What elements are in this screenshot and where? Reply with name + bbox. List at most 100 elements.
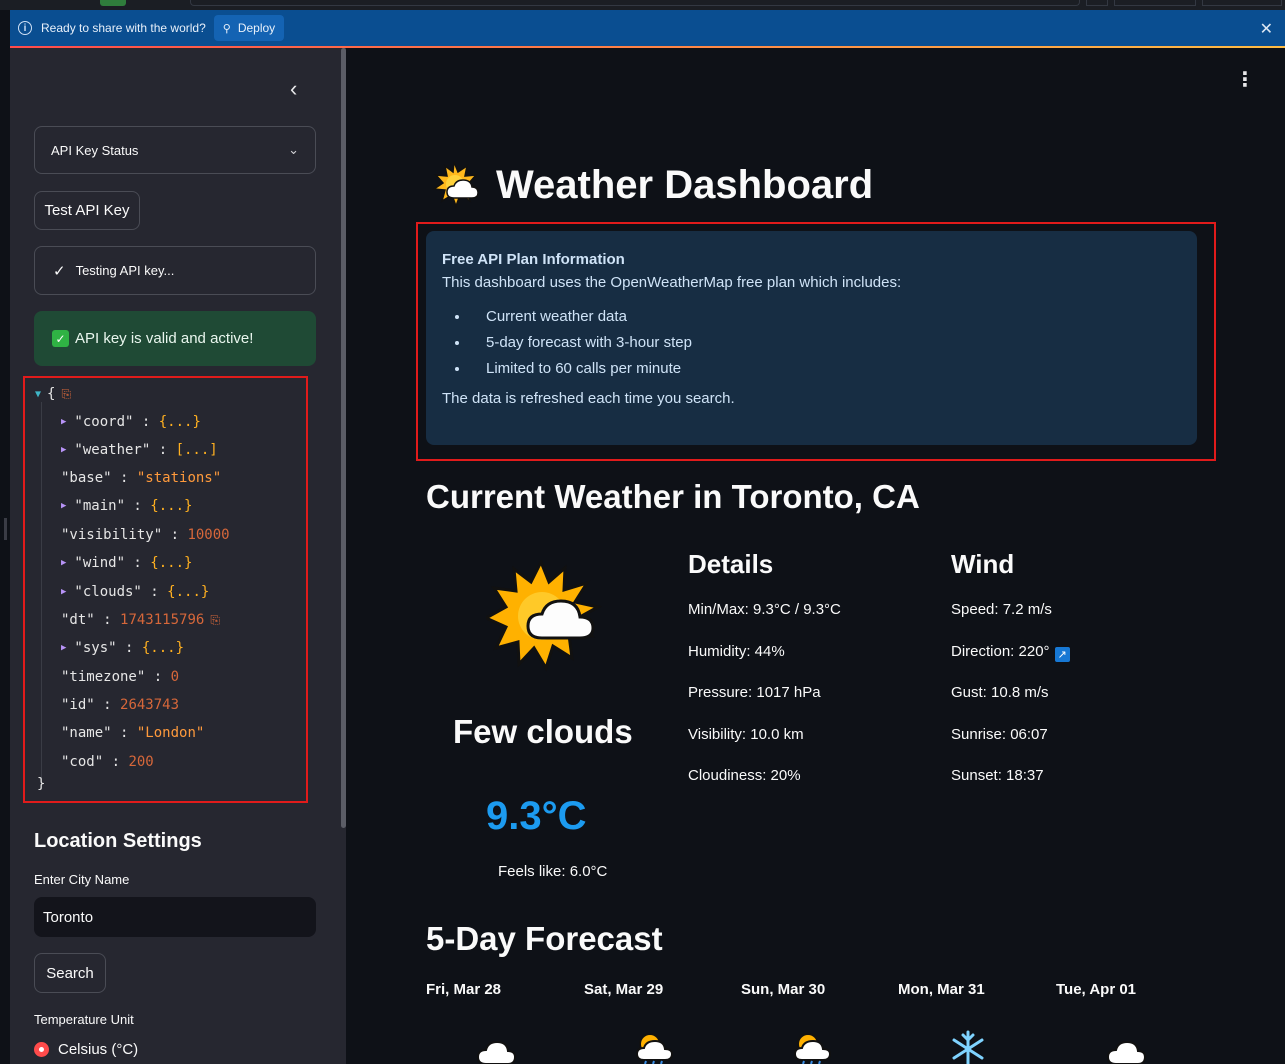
expand-toggle-icon[interactable]: ▶ — [61, 558, 66, 568]
collapse-sidebar-icon[interactable]: ‹ — [290, 76, 297, 102]
status-box[interactable]: ✓ Testing API key... — [34, 246, 316, 295]
toolbar-button[interactable] — [1114, 0, 1196, 6]
sunrise: Sunrise: 06:07 — [951, 726, 1048, 743]
temperature-unit-label: Temperature Unit — [34, 1012, 134, 1027]
json-collapsed-value: {...} — [167, 584, 210, 600]
feels-like: Feels like: 6.0°C — [498, 863, 608, 880]
api-key-status-expander[interactable]: API Key Status ⌄ — [34, 126, 316, 174]
json-colon: : — [141, 584, 168, 600]
sun-cloud-icon — [486, 560, 603, 672]
json-key: "sys" — [74, 640, 117, 656]
toolbar-button[interactable] — [1086, 0, 1108, 6]
close-icon[interactable]: ✕ — [1260, 19, 1273, 39]
deploy-button[interactable]: ⚲ Deploy — [213, 15, 285, 41]
json-value: 0 — [170, 669, 180, 685]
json-entry: "visibility" : 10000 — [61, 527, 230, 543]
info-icon: i — [18, 21, 32, 35]
search-button[interactable]: Search — [34, 953, 106, 993]
deploy-label: Deploy — [237, 21, 276, 35]
forecast-heading: 5-Day Forecast — [426, 920, 663, 957]
sidebar-scrollbar[interactable] — [341, 48, 346, 828]
json-key: "base" — [61, 470, 112, 486]
checkmark-icon: ✓ — [53, 262, 66, 280]
arrow-up-right-icon: ↗ — [1054, 647, 1070, 662]
json-value: 200 — [128, 754, 154, 770]
info-title: Free API Plan Information — [442, 251, 625, 268]
json-value: 1743115796 — [120, 612, 205, 628]
json-close-line: } — [37, 776, 45, 792]
json-value: 2643743 — [120, 697, 180, 713]
radio-label: Celsius (°C) — [58, 1041, 139, 1058]
deploy-banner: i Ready to share with the world? ⚲ Deplo… — [10, 10, 1285, 48]
json-entry[interactable]: ▶ "main" : {...} — [61, 498, 192, 514]
success-text: API key is valid and active! — [75, 330, 254, 347]
cloud-icon — [1106, 1040, 1146, 1064]
deploy-message: Ready to share with the world? — [41, 21, 206, 35]
radio-celsius[interactable]: Celsius (°C) — [34, 1041, 138, 1058]
status-text: Testing API key... — [75, 263, 175, 278]
check-box-icon: ✓ — [52, 330, 69, 347]
copy-icon[interactable]: ⎘ — [61, 387, 71, 402]
json-entry[interactable]: ▶ "wind" : {...} — [61, 555, 192, 571]
address-bar[interactable] — [190, 0, 1080, 6]
json-collapsed-value: {...} — [158, 414, 201, 430]
copy-icon[interactable]: ⎘ — [210, 613, 220, 628]
json-key: "name" — [61, 725, 112, 741]
city-label: Enter City Name — [34, 872, 130, 887]
json-entry: "cod" : 200 — [61, 754, 154, 770]
json-colon: : — [116, 640, 142, 656]
json-key: "wind" — [74, 555, 125, 571]
json-entry[interactable]: ▶ "clouds" : {...} — [61, 584, 209, 600]
list-item: 5-day forecast with 3-hour step — [470, 334, 1181, 351]
details-heading: Details — [688, 549, 774, 579]
page-title-text: Weather Dashboard — [496, 162, 874, 207]
json-entry: "id" : 2643743 — [61, 697, 179, 713]
info-list: Current weather data 5-day forecast with… — [442, 308, 1181, 377]
list-item: Current weather data — [470, 308, 1181, 325]
detail-cloudiness: Cloudiness: 20% — [688, 767, 801, 784]
expand-toggle-icon[interactable]: ▶ — [61, 587, 66, 597]
json-entry[interactable]: ▶ "weather" : [...] — [61, 442, 218, 458]
json-root-line: ▼ { ⎘ — [35, 386, 71, 402]
expand-toggle-icon[interactable]: ▶ — [61, 501, 66, 511]
expand-toggle-icon[interactable]: ▶ — [61, 445, 66, 455]
json-key: "weather" — [74, 442, 151, 458]
expand-toggle-icon[interactable]: ▶ — [61, 643, 66, 653]
json-entry: "base" : "stations" — [61, 470, 221, 486]
city-input[interactable]: Toronto — [34, 897, 316, 937]
chevron-down-icon: ⌄ — [288, 142, 299, 157]
json-entry[interactable]: ▶ "coord" : {...} — [61, 414, 201, 430]
sidebar-resize-handle[interactable] — [4, 518, 7, 540]
expander-label: API Key Status — [51, 142, 139, 158]
sun-rain-cloud-icon — [793, 1033, 832, 1064]
page-title: Weather Dashboard — [432, 160, 873, 210]
json-key: "cod" — [61, 754, 104, 770]
json-open-brace: { — [47, 386, 56, 402]
json-value: 10000 — [187, 527, 230, 543]
expand-toggle-icon[interactable]: ▶ — [61, 417, 66, 427]
wind-speed: Speed: 7.2 m/s — [951, 601, 1052, 618]
weather-description: Few clouds — [453, 713, 633, 750]
forecast-day: Tue, Apr 01 — [1056, 981, 1137, 998]
more-options-icon[interactable]: ⋮ — [1235, 70, 1255, 90]
info-intro: This dashboard uses the OpenWeatherMap f… — [442, 274, 902, 291]
info-footer: The data is refreshed each time you sear… — [442, 390, 735, 407]
forecast-day: Mon, Mar 31 — [898, 981, 985, 998]
test-api-key-button[interactable]: Test API Key — [34, 191, 140, 230]
detail-pressure: Pressure: 1017 hPa — [688, 684, 821, 701]
forecast-day: Fri, Mar 28 — [426, 981, 502, 998]
json-key: "timezone" — [61, 669, 146, 685]
radio-selected-icon[interactable] — [34, 1042, 49, 1057]
sidebar: ‹ API Key Status ⌄ Test API Key ✓ Testin… — [10, 48, 346, 1064]
success-alert: ✓ API key is valid and active! — [34, 311, 316, 366]
toolbar-button[interactable] — [1202, 0, 1282, 6]
snowflake-icon — [952, 1030, 984, 1064]
json-colon: : — [125, 498, 151, 514]
json-entry[interactable]: ▶ "sys" : {...} — [61, 640, 184, 656]
json-entry: "dt" : 1743115796 ⎘ — [61, 612, 220, 628]
detail-humidity: Humidity: 44% — [688, 643, 785, 660]
json-close-brace: } — [37, 776, 46, 792]
expand-toggle-icon[interactable]: ▼ — [35, 389, 41, 400]
json-colon: : — [133, 414, 159, 430]
json-key: "clouds" — [74, 584, 142, 600]
